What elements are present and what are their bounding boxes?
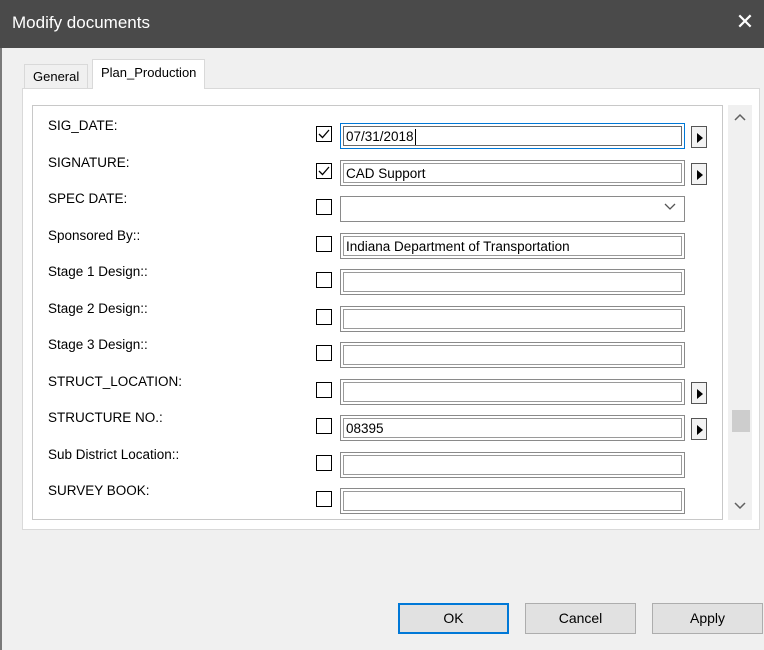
property-checkbox[interactable] xyxy=(316,345,332,361)
property-value: 08395 xyxy=(343,418,682,438)
property-row: Stage 2 Design:: xyxy=(33,297,724,333)
property-checkbox[interactable] xyxy=(316,199,332,215)
property-label: Sponsored By:: xyxy=(48,227,141,243)
property-checkbox[interactable] xyxy=(316,308,332,325)
scroll-down-icon[interactable] xyxy=(734,502,746,510)
property-checkbox[interactable] xyxy=(316,162,332,179)
property-label: STRUCT_LOCATION: xyxy=(48,373,183,389)
property-checkbox[interactable] xyxy=(316,491,332,507)
property-field[interactable] xyxy=(340,342,685,368)
property-field[interactable]: 08395 xyxy=(340,415,685,441)
property-label: Sub District Location:: xyxy=(48,446,180,462)
property-field[interactable]: 07/31/2018 xyxy=(340,123,685,149)
property-row: SIG_DATE: 07/31/2018 xyxy=(33,114,724,150)
expand-arrow-button[interactable] xyxy=(691,381,707,404)
play-icon xyxy=(697,388,703,399)
property-field[interactable] xyxy=(340,488,685,514)
property-value xyxy=(343,491,682,511)
property-checkbox[interactable] xyxy=(316,454,332,471)
property-value: CAD Support xyxy=(343,162,682,183)
property-field[interactable]: Indiana Department of Transportation xyxy=(340,232,685,259)
tab-plan-production[interactable]: Plan_Production xyxy=(92,59,206,89)
ok-button[interactable]: OK xyxy=(398,603,509,634)
play-icon xyxy=(697,425,703,435)
checkmark-icon xyxy=(318,129,330,139)
title-bar: Modify documents ✕ xyxy=(0,0,764,48)
expand-arrow-button[interactable] xyxy=(691,162,707,185)
property-row: Stage 1 Design:: xyxy=(33,260,724,296)
property-field[interactable] xyxy=(340,378,685,405)
play-icon xyxy=(697,133,703,143)
property-row: Sub District Location:: xyxy=(33,443,724,479)
scroll-up-icon[interactable] xyxy=(734,113,746,121)
property-label: Stage 2 Design:: xyxy=(48,300,148,316)
scrollbar-thumb[interactable] xyxy=(732,409,750,432)
property-value: 07/31/2018 xyxy=(343,126,682,146)
property-label: SURVEY BOOK: xyxy=(48,483,150,498)
property-row: SURVEY BOOK: xyxy=(33,479,724,515)
window-title: Modify documents xyxy=(12,13,150,32)
properties-list: SIG_DATE: 07/31/2018 SIGNATURE: CAD Support… xyxy=(32,105,723,520)
property-value xyxy=(343,199,682,219)
property-checkbox[interactable] xyxy=(316,418,332,434)
property-value xyxy=(343,272,682,292)
property-combo[interactable] xyxy=(340,196,685,222)
property-label: SPEC DATE: xyxy=(48,191,128,206)
property-field[interactable] xyxy=(340,451,685,478)
window-border xyxy=(0,48,2,650)
vertical-scrollbar[interactable] xyxy=(728,105,752,520)
expand-arrow-button[interactable] xyxy=(691,418,707,440)
play-icon xyxy=(697,169,703,180)
close-icon[interactable]: ✕ xyxy=(732,9,758,35)
property-field[interactable]: CAD Support xyxy=(340,159,685,186)
property-row: SIGNATURE: CAD Support xyxy=(33,151,724,187)
property-row: Sponsored By:: Indiana Department of Tran… xyxy=(33,224,724,260)
property-value xyxy=(343,454,682,475)
property-row: Stage 3 Design:: xyxy=(33,333,724,369)
property-value xyxy=(343,381,682,402)
cancel-button[interactable]: Cancel xyxy=(525,603,636,634)
checkmark-icon xyxy=(318,166,330,175)
property-row: STRUCT_LOCATION: xyxy=(33,370,724,406)
property-field[interactable] xyxy=(340,305,685,332)
property-value xyxy=(343,308,682,329)
property-row: SPEC DATE: xyxy=(33,187,724,223)
apply-button[interactable]: Apply xyxy=(652,603,763,634)
property-label: SIG_DATE: xyxy=(48,118,118,133)
property-label: SIGNATURE: xyxy=(48,154,130,170)
tab-general[interactable]: General xyxy=(24,64,89,88)
property-row: STRUCTURE NO.: 08395 xyxy=(33,406,724,442)
expand-arrow-button[interactable] xyxy=(691,126,707,148)
property-label: Stage 3 Design:: xyxy=(48,337,148,352)
text-caret xyxy=(414,129,416,145)
property-label: Stage 1 Design:: xyxy=(48,264,148,279)
property-checkbox[interactable] xyxy=(316,235,332,252)
property-label: STRUCTURE NO.: xyxy=(48,410,163,425)
property-checkbox[interactable] xyxy=(316,381,332,398)
property-field[interactable] xyxy=(340,269,685,295)
property-checkbox[interactable] xyxy=(316,272,332,288)
property-value: Indiana Department of Transportation xyxy=(343,235,682,256)
property-checkbox[interactable] xyxy=(316,126,332,142)
property-value xyxy=(343,345,682,365)
